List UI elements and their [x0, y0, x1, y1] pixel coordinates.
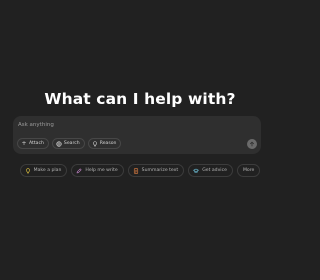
search-button[interactable]: Search [51, 138, 85, 149]
lightbulb-icon [92, 140, 98, 147]
get-advice-chip[interactable]: Get advice [188, 164, 233, 177]
composer: + Attach Search [13, 116, 261, 154]
suggestion-chips: Make a plan Help me write Summarize text [0, 164, 280, 177]
reason-button[interactable]: Reason [87, 138, 122, 149]
plus-icon: + [21, 139, 27, 147]
chat-home: What can I help with? + Attach Search [0, 0, 280, 280]
reason-label: Reason [99, 141, 117, 146]
document-icon [133, 167, 139, 174]
prompt-input[interactable] [18, 119, 218, 131]
lightbulb-icon [25, 167, 31, 174]
chip-label: More [242, 168, 255, 173]
send-button[interactable] [247, 139, 257, 149]
search-label: Search [63, 141, 80, 146]
arrow-up-icon [249, 141, 254, 147]
pen-icon [76, 168, 82, 174]
more-chip[interactable]: More [236, 164, 261, 177]
attach-button[interactable]: + Attach [17, 138, 49, 149]
graduation-cap-icon [193, 168, 199, 174]
chip-label: Make a plan [33, 168, 62, 173]
chip-label: Get advice [202, 168, 227, 173]
globe-icon [56, 140, 62, 147]
summarize-text-chip[interactable]: Summarize text [127, 164, 185, 177]
chip-label: Summarize text [141, 168, 179, 173]
chip-label: Help me write [85, 168, 118, 173]
page-title: What can I help with? [44, 90, 236, 108]
composer-tools: + Attach Search Reason [17, 138, 122, 149]
attach-label: Attach [29, 141, 44, 146]
make-a-plan-chip[interactable]: Make a plan [19, 164, 68, 177]
help-me-write-chip[interactable]: Help me write [71, 164, 124, 177]
